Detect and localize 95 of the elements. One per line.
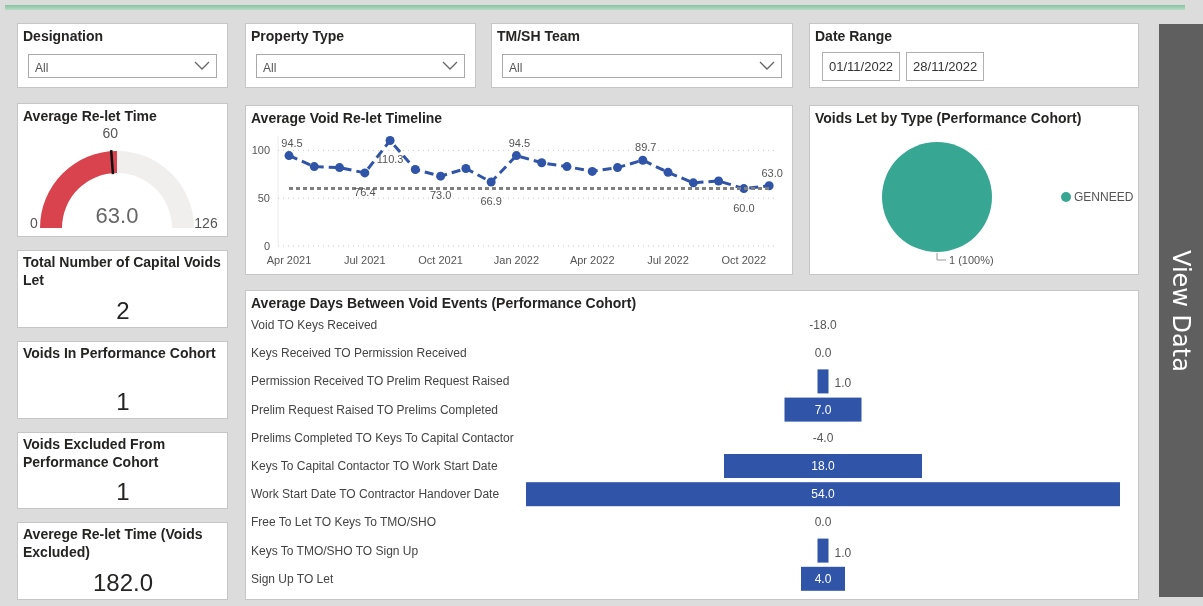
data-label: 0.0 <box>814 515 832 530</box>
category-label: Keys To TMO/SHO TO Sign Up <box>251 543 419 558</box>
axis-tick-label: 100 <box>251 144 270 157</box>
data-point <box>335 163 345 173</box>
data-label: 76.4 <box>354 185 376 198</box>
data-label: 94.5 <box>508 136 531 149</box>
start-date-field[interactable]: 01/11/2022 <box>822 52 901 81</box>
min-label: 0 <box>30 215 38 231</box>
card-title: Voids Excluded From Performance Cohort <box>23 434 167 471</box>
axis-tick-label: Apr 2021 <box>266 254 312 266</box>
funnel-bar <box>801 566 845 591</box>
data-label: 94.5 <box>281 136 303 149</box>
axis-tick-label: Jul 2022 <box>647 254 689 266</box>
data-point <box>436 171 446 181</box>
data-point <box>461 164 471 173</box>
axis-tick-label: Jan 2022 <box>493 254 540 266</box>
data-label: 7.0 <box>814 402 832 417</box>
data-label: 1.0 <box>834 545 852 560</box>
data-point <box>284 151 294 161</box>
dropdown[interactable]: All <box>256 54 465 78</box>
data-point <box>714 176 724 186</box>
card-title: Total Number of Capital Voids Let <box>23 253 222 289</box>
kpi-value: 182.0 <box>91 569 155 597</box>
chart-title: Average Days Between Void Events (Performance Cohort) <box>250 294 638 311</box>
end-date-field[interactable]: 28/11/2022 <box>906 52 985 81</box>
data-point <box>486 177 496 187</box>
chevron-icon <box>759 61 775 71</box>
data-label: 54.0 <box>811 487 835 502</box>
data-point <box>587 166 597 176</box>
kpi-value: 2 <box>115 296 131 325</box>
data-label: 110.3 <box>376 153 404 166</box>
data-label: 0.0 <box>814 346 832 361</box>
data-point <box>562 162 572 172</box>
max-label: 126 <box>194 215 218 231</box>
category-label: Sign Up TO Let <box>251 571 334 586</box>
data-point <box>663 167 673 177</box>
data-point <box>739 184 749 194</box>
dropdown[interactable]: All <box>28 54 217 78</box>
data-label: 73.0 <box>429 189 452 202</box>
funnel-bar <box>817 369 829 394</box>
axis-tick-label: 0 <box>263 240 270 252</box>
data-label: 63.0 <box>761 166 783 179</box>
dropdown[interactable]: All <box>502 54 782 78</box>
data-point <box>613 163 622 173</box>
data-label: 1.0 <box>834 376 852 391</box>
gauge-value: 63.0 <box>95 203 139 228</box>
data-point <box>309 162 319 172</box>
data-point <box>385 136 395 145</box>
legend-label: GENNEED <box>1074 190 1134 204</box>
filter-title: TM/SH Team <box>496 27 581 44</box>
axis-tick-label: Apr 2022 <box>569 254 615 266</box>
view-data-button[interactable]: View Data <box>1159 24 1203 597</box>
funnel-bar <box>817 538 829 563</box>
data-label: -18.0 <box>809 318 837 332</box>
category-label: Void TO Keys Received <box>251 318 378 332</box>
target-marker <box>109 150 115 175</box>
data-label: -4.0 <box>812 430 834 445</box>
data-point <box>638 155 648 165</box>
axis-tick-label: 50 <box>257 192 270 205</box>
axis-tick-label: Oct 2022 <box>721 254 767 266</box>
data-point <box>537 158 547 168</box>
data-label: 89.7 <box>635 141 657 154</box>
card-title: Average Re-let Time <box>22 107 158 124</box>
data-label: 4.0 <box>814 571 832 586</box>
data-point <box>410 165 420 174</box>
data-point <box>511 151 521 161</box>
filter-title: Property Type <box>250 27 346 44</box>
data-point <box>764 181 774 191</box>
data-label: 18.0 <box>811 459 835 473</box>
chevron-icon <box>442 61 458 71</box>
leader-line <box>936 252 947 261</box>
axis-tick-label: Oct 2021 <box>418 254 463 266</box>
category-label: Permission Received TO Prelim Request Raised <box>251 374 510 389</box>
filter-title: Designation <box>22 27 105 44</box>
card-title: Averege Re-let Time (Voids Excluded) <box>23 525 204 562</box>
data-label: 66.9 <box>480 195 502 207</box>
category-label: Free To Let TO Keys To TMO/SHO <box>251 515 436 530</box>
data-point <box>360 168 370 178</box>
category-label: Keys To Capital Contactor TO Work Start Date <box>251 459 498 473</box>
category-label: Prelim Request Raised TO Prelims Completed <box>251 402 498 417</box>
data-point <box>688 178 698 188</box>
axis-tick-label: Jul 2021 <box>344 254 386 266</box>
filter-title: Date Range <box>814 27 894 44</box>
data-label: 60.0 <box>733 201 755 214</box>
category-label: Keys Received TO Permission Received <box>251 346 467 361</box>
kpi-value: 1 <box>115 387 131 416</box>
category-label: Prelims Completed TO Keys To Capital Contactor <box>251 430 514 445</box>
chevron-icon <box>194 61 210 71</box>
card-title: Voids In Performance Cohort <box>23 343 217 362</box>
chart-title: Average Void Re-let Timeline <box>250 109 444 126</box>
category-label: Work Start Date TO Contractor Handover Date <box>251 487 500 502</box>
target-label: 60 <box>102 125 119 142</box>
chart-title: Voids Let by Type (Performance Cohort) <box>814 109 1083 126</box>
data-label: 1 (100%) <box>949 254 994 266</box>
kpi-value: 1 <box>115 478 131 507</box>
